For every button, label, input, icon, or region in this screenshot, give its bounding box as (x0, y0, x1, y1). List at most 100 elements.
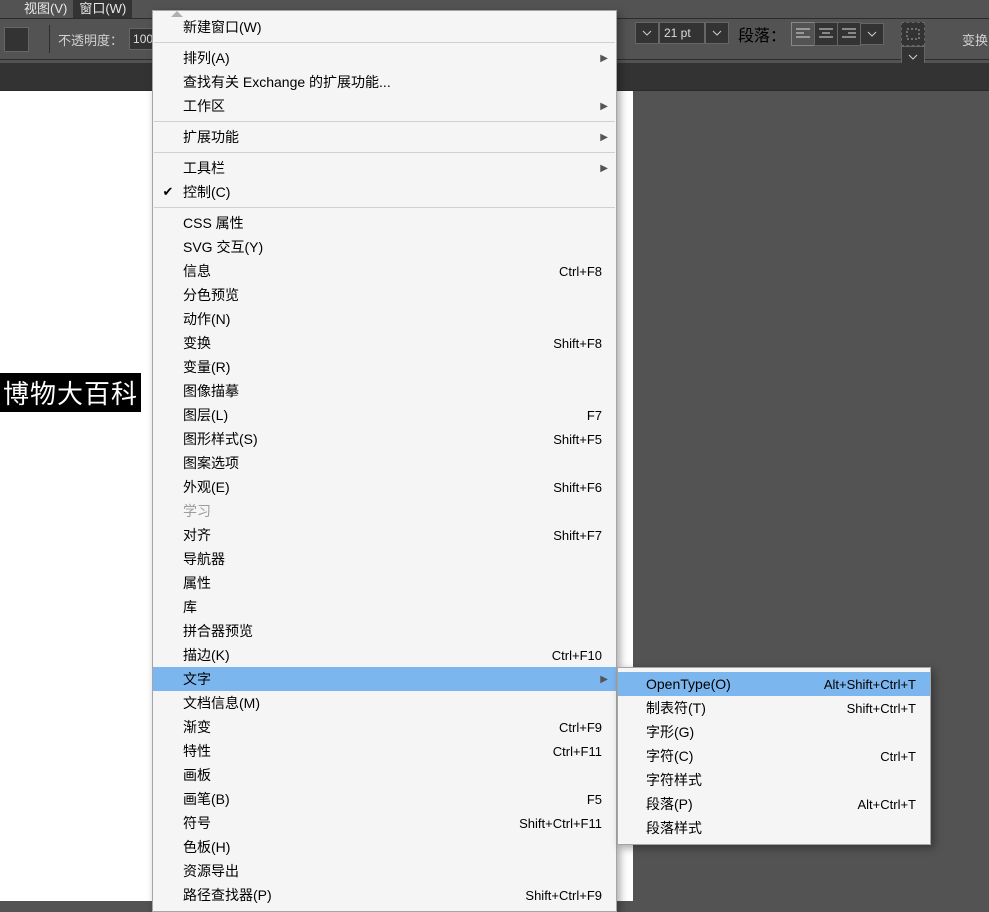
paragraph-label: 段落： (738, 22, 786, 46)
submenu-item-label: 段落样式 (646, 818, 916, 838)
window-menu-dropdown: 新建窗口(W) 排列(A)▶查找有关 Exchange 的扩展功能...工作区▶ 扩… (152, 10, 617, 912)
menu-item[interactable]: 属性 (153, 571, 616, 595)
menu-item[interactable]: 外观(E)Shift+F6 (153, 475, 616, 499)
menu-item-label: 图像描摹 (183, 381, 602, 401)
align-left-icon[interactable] (791, 22, 815, 46)
menu-item[interactable]: SVG 交互(Y) (153, 235, 616, 259)
menu-item[interactable]: 色板(H) (153, 835, 616, 859)
submenu-arrow-icon: ▶ (600, 101, 608, 112)
menu-item-label: CSS 属性 (183, 213, 602, 233)
menu-item-label: 图案选项 (183, 453, 602, 473)
menu-shortcut: Shift+F7 (553, 528, 602, 543)
menu-item[interactable]: CSS 属性 (153, 211, 616, 235)
menu-item-label: 资源导出 (183, 861, 602, 881)
menu-item-label: 画板 (183, 765, 602, 785)
menu-item[interactable]: ✔控制(C) (153, 180, 616, 204)
text-submenu: OpenType(O)Alt+Shift+Ctrl+T制表符(T)Shift+C… (617, 667, 931, 845)
menu-item[interactable]: 查找有关 Exchange 的扩展功能... (153, 70, 616, 94)
submenu-item-label: 制表符(T) (646, 698, 847, 718)
menu-item-label: 路径查找器(P) (183, 885, 525, 905)
grid-icon[interactable] (901, 22, 925, 46)
menu-item[interactable]: 文字▶ (153, 667, 616, 691)
submenu-item[interactable]: 字符(C)Ctrl+T (618, 744, 930, 768)
transform-label[interactable]: 变换 (962, 30, 988, 49)
menu-shortcut: F5 (587, 792, 602, 807)
menu-item[interactable]: 导航器 (153, 547, 616, 571)
menu-item[interactable]: 图像描摹 (153, 379, 616, 403)
submenu-shortcut: Alt+Ctrl+T (857, 797, 916, 812)
check-icon: ✔ (153, 184, 183, 200)
menu-item-label: 变换 (183, 333, 553, 353)
menu-shortcut: Ctrl+F10 (552, 648, 602, 663)
font-size-input[interactable]: 21 pt (659, 22, 705, 44)
submenu-item[interactable]: 字形(G) (618, 720, 930, 744)
menu-item-label: 工具栏 (183, 158, 602, 178)
submenu-shortcut: Alt+Shift+Ctrl+T (824, 677, 916, 692)
menu-item[interactable]: 渐变Ctrl+F9 (153, 715, 616, 739)
menu-item[interactable]: 对齐Shift+F7 (153, 523, 616, 547)
menu-item[interactable]: 文档信息(M) (153, 691, 616, 715)
menu-window[interactable]: 窗口(W) (73, 0, 132, 18)
menu-item[interactable]: 画板 (153, 763, 616, 787)
menu-item[interactable]: 排列(A)▶ (153, 46, 616, 70)
menu-item[interactable]: 分色预览 (153, 283, 616, 307)
menu-item[interactable]: 描边(K)Ctrl+F10 (153, 643, 616, 667)
submenu-item[interactable]: 段落样式 (618, 816, 930, 840)
menu-item-label: 新建窗口(W) (183, 17, 602, 37)
menu-item[interactable]: 新建窗口(W) (153, 15, 616, 39)
submenu-shortcut: Ctrl+T (880, 749, 916, 764)
menu-item-label: 图层(L) (183, 405, 587, 425)
menu-shortcut: Ctrl+F9 (559, 720, 602, 735)
menu-item[interactable]: 特性Ctrl+F11 (153, 739, 616, 763)
submenu-shortcut: Shift+Ctrl+T (847, 701, 916, 716)
menu-item[interactable]: 信息Ctrl+F8 (153, 259, 616, 283)
menu-separator (154, 121, 615, 122)
menu-item[interactable]: 工具栏▶ (153, 156, 616, 180)
align-center-icon[interactable] (814, 22, 838, 46)
menu-item[interactable]: 扩展功能▶ (153, 125, 616, 149)
menu-item-label: 信息 (183, 261, 559, 281)
menu-item[interactable]: 变量(R) (153, 355, 616, 379)
menu-view[interactable]: 视图(V) (18, 0, 73, 18)
menu-item[interactable]: 符号Shift+Ctrl+F11 (153, 811, 616, 835)
submenu-item[interactable]: 段落(P)Alt+Ctrl+T (618, 792, 930, 816)
menu-item[interactable]: 库 (153, 595, 616, 619)
size-stepper[interactable] (705, 22, 729, 44)
menu-item[interactable]: 动作(N) (153, 307, 616, 331)
fill-swatch[interactable] (4, 27, 29, 52)
menu-item[interactable]: 图形样式(S)Shift+F5 (153, 427, 616, 451)
submenu-item[interactable]: 字符样式 (618, 768, 930, 792)
menu-item-label: SVG 交互(Y) (183, 237, 602, 257)
menu-item-label: 扩展功能 (183, 127, 602, 147)
menu-shortcut: Shift+Ctrl+F11 (519, 816, 602, 831)
menu-shortcut: Shift+F5 (553, 432, 602, 447)
menu-item-label: 渐变 (183, 717, 559, 737)
align-more-icon[interactable] (860, 23, 884, 45)
menu-item-label: 外观(E) (183, 477, 553, 497)
separator (49, 25, 50, 53)
menu-item[interactable]: 拼合器预览 (153, 619, 616, 643)
menu-item-label: 导航器 (183, 549, 602, 569)
submenu-arrow-icon: ▶ (600, 132, 608, 143)
menu-item-label: 图形样式(S) (183, 429, 553, 449)
menu-item[interactable]: 资源导出 (153, 859, 616, 883)
submenu-item-label: 字符样式 (646, 770, 916, 790)
submenu-item[interactable]: OpenType(O)Alt+Shift+Ctrl+T (618, 672, 930, 696)
menu-separator (154, 42, 615, 43)
submenu-item[interactable]: 制表符(T)Shift+Ctrl+T (618, 696, 930, 720)
menu-item[interactable]: 工作区▶ (153, 94, 616, 118)
submenu-arrow-icon: ▶ (600, 163, 608, 174)
submenu-arrow-icon: ▶ (600, 674, 608, 685)
menu-item[interactable]: 图案选项 (153, 451, 616, 475)
menu-item[interactable]: 变换Shift+F8 (153, 331, 616, 355)
menu-item-label: 拼合器预览 (183, 621, 602, 641)
size-dropdown-icon[interactable] (635, 22, 659, 44)
menu-shortcut: Shift+F8 (553, 336, 602, 351)
menu-item[interactable]: 路径查找器(P)Shift+Ctrl+F9 (153, 883, 616, 907)
canvas-text-object[interactable]: 博物大百科 (0, 373, 141, 412)
align-right-icon[interactable] (837, 22, 861, 46)
menu-shortcut: Shift+Ctrl+F9 (525, 888, 602, 903)
menu-item[interactable]: 画笔(B)F5 (153, 787, 616, 811)
menu-item[interactable]: 图层(L)F7 (153, 403, 616, 427)
menu-item-label: 控制(C) (183, 182, 602, 202)
